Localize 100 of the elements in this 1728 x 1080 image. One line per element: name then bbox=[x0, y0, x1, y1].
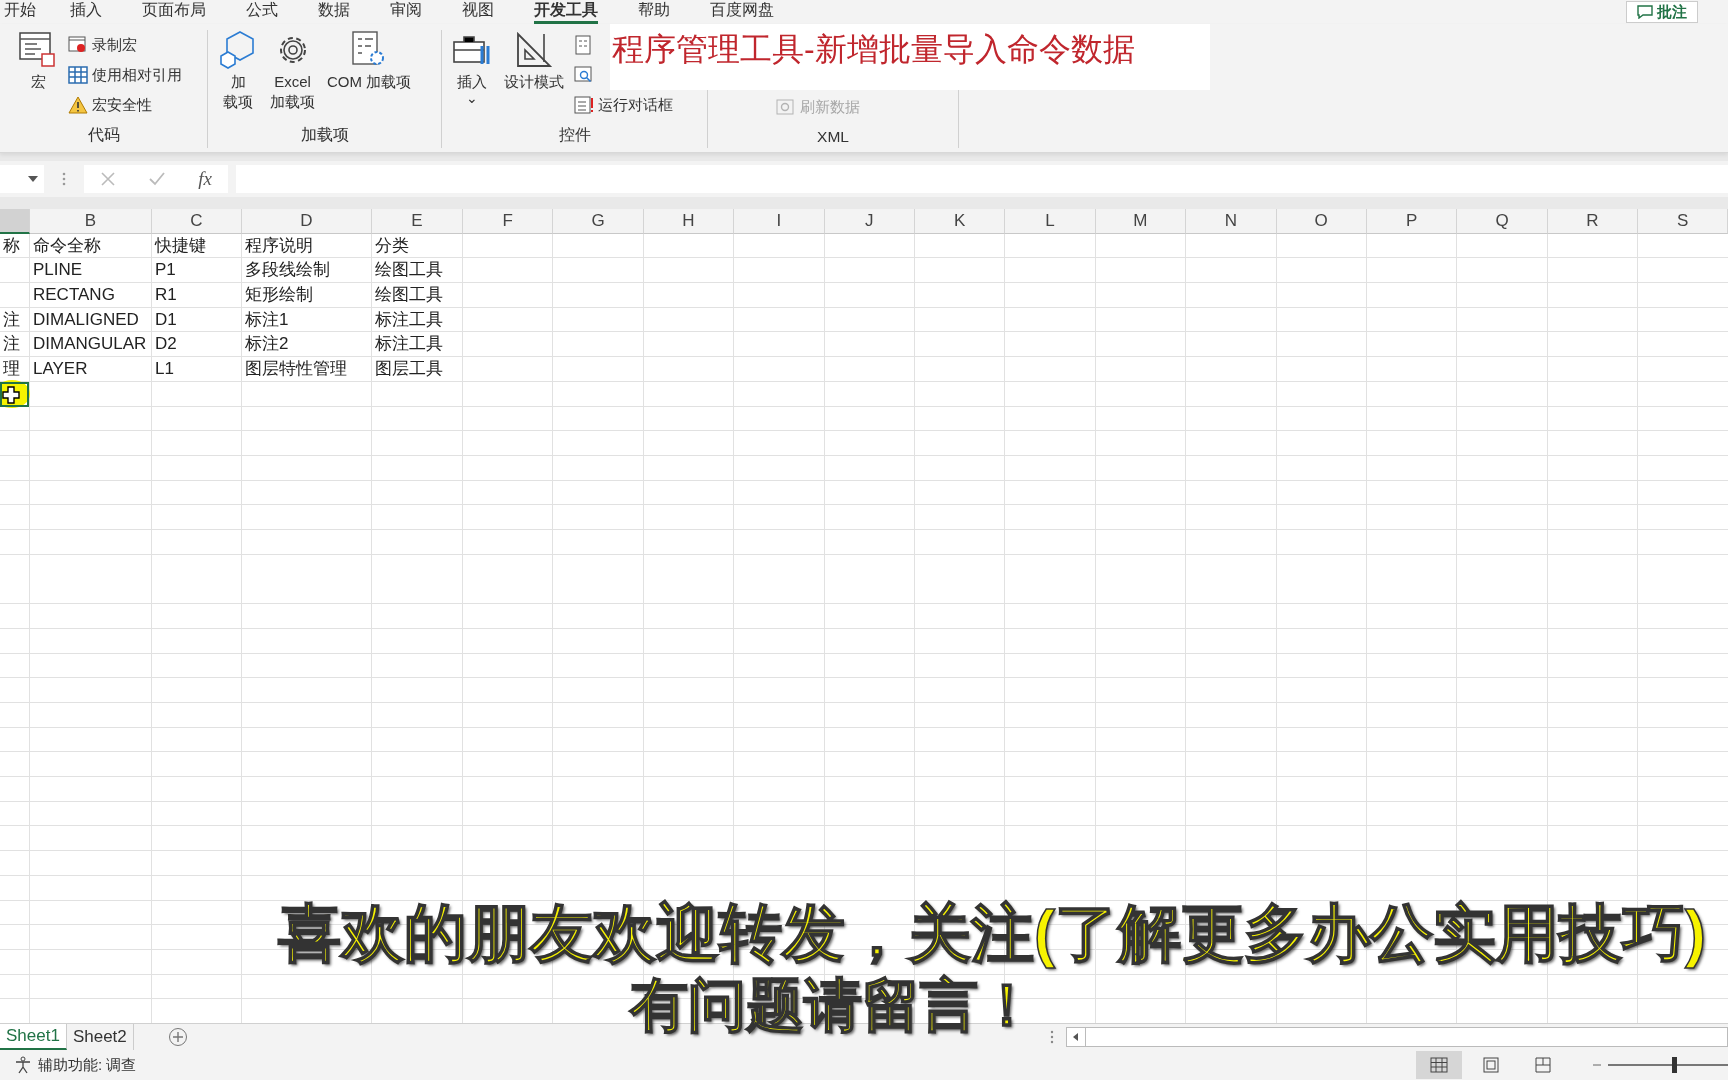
group-label: 代码 bbox=[86, 125, 121, 145]
column-header[interactable] bbox=[0, 209, 30, 234]
ribbon-button[interactable]: 使用相对引用 bbox=[66, 62, 184, 88]
table-cell: 标注工具 bbox=[375, 334, 443, 354]
ribbon-button[interactable]: 宏安全性 bbox=[66, 92, 154, 118]
ribbon-tab[interactable]: 帮助 bbox=[638, 0, 670, 24]
sheet-tab[interactable]: Sheet1 bbox=[0, 1024, 67, 1050]
column-header[interactable]: I bbox=[734, 209, 825, 234]
video-title: 程序管理工具-新增批量导入命令数据 bbox=[612, 30, 1135, 69]
insert-function-button[interactable]: fx bbox=[198, 168, 212, 190]
table-cell: D2 bbox=[155, 334, 177, 354]
group-label: XML bbox=[816, 128, 850, 147]
column-header[interactable]: C bbox=[152, 209, 242, 234]
column-header[interactable]: S bbox=[1638, 209, 1728, 234]
table-cell: 命令全称 bbox=[33, 235, 101, 255]
group-label: 加载项 bbox=[299, 125, 350, 145]
accessibility-icon bbox=[14, 1056, 32, 1074]
ribbon-button[interactable]: 录制宏 bbox=[66, 32, 139, 58]
table-cell: 程序说明 bbox=[245, 235, 313, 255]
selected-cell[interactable] bbox=[0, 382, 29, 407]
dialog-icon bbox=[574, 95, 594, 115]
ribbon-button[interactable]: 设计模式 bbox=[500, 30, 568, 92]
table-cell: 理 bbox=[3, 359, 20, 379]
splitter-handle-icon[interactable] bbox=[1050, 1030, 1054, 1044]
column-header[interactable]: Q bbox=[1457, 209, 1548, 234]
table-cell: R1 bbox=[155, 285, 177, 305]
page-break-icon bbox=[1535, 1057, 1551, 1073]
table-cell: 分类 bbox=[375, 235, 409, 255]
name-box[interactable] bbox=[0, 165, 44, 193]
column-header[interactable]: B bbox=[30, 209, 152, 234]
table-cell: 标注工具 bbox=[375, 309, 443, 329]
slider-thumb[interactable] bbox=[1672, 1057, 1677, 1073]
page-icon bbox=[1483, 1057, 1499, 1073]
table-cell: 图层工具 bbox=[375, 359, 443, 379]
plus-cursor-icon bbox=[2, 386, 20, 404]
grid-icon bbox=[68, 66, 88, 84]
table-cell: PLINE bbox=[33, 260, 83, 280]
ribbon-tab[interactable]: 页面布局 bbox=[142, 0, 206, 24]
column-header[interactable]: F bbox=[463, 209, 554, 234]
table-cell: P1 bbox=[155, 260, 176, 280]
ribbon-button[interactable]: COM 加载项 bbox=[323, 30, 416, 92]
cancel-icon[interactable] bbox=[100, 171, 117, 187]
record-icon bbox=[68, 36, 88, 54]
caption-text: 喜欢的朋友欢迎转发，关注(了解更多办公实用技巧) bbox=[278, 898, 1706, 968]
column-header[interactable]: L bbox=[1005, 209, 1096, 234]
comment-button[interactable]: 批注 bbox=[1626, 1, 1698, 23]
column-header[interactable]: E bbox=[372, 209, 463, 234]
table-cell: 注 bbox=[3, 309, 20, 329]
table-cell: LAYER bbox=[33, 359, 88, 379]
table-cell: DIMANGULAR bbox=[33, 334, 147, 354]
macro-icon bbox=[18, 30, 58, 70]
table-cell: 多段线绘制 bbox=[245, 260, 330, 280]
ribbon-tab[interactable]: 开始 bbox=[4, 0, 36, 24]
column-header[interactable]: J bbox=[824, 209, 915, 234]
column-header[interactable]: P bbox=[1366, 209, 1458, 234]
ribbon-tab[interactable]: 审阅 bbox=[390, 0, 422, 24]
caption-text: 有问题请留言！ bbox=[630, 971, 1036, 1039]
table-cell: 绘图工具 bbox=[375, 260, 443, 280]
table-cell: DIMALIGNED bbox=[33, 309, 139, 329]
comment-icon bbox=[1637, 5, 1653, 19]
column-header[interactable]: N bbox=[1186, 209, 1277, 234]
ribbon-tab[interactable]: 数据 bbox=[318, 0, 350, 24]
table-cell: 标注1 bbox=[245, 309, 289, 329]
ribbon-button[interactable]: Excel 加载项 bbox=[266, 30, 319, 112]
table-cell: L1 bbox=[155, 359, 174, 379]
dropdown-icon bbox=[28, 176, 38, 182]
ribbon-button[interactable]: 插入 ⌄ bbox=[448, 30, 496, 104]
refresh-data-icon bbox=[776, 97, 796, 117]
table-cell: 标注2 bbox=[245, 334, 289, 354]
add-sheet-icon[interactable] bbox=[167, 1027, 188, 1047]
table-cell: 快捷键 bbox=[155, 235, 206, 255]
column-header[interactable]: M bbox=[1095, 209, 1187, 234]
table-cell: 绘图工具 bbox=[375, 285, 443, 305]
group-label: 控件 bbox=[557, 125, 592, 145]
magnifier-icon bbox=[574, 65, 594, 85]
ribbon-tab[interactable]: 百度网盘 bbox=[710, 0, 774, 24]
column-header[interactable]: O bbox=[1276, 209, 1367, 234]
column-header[interactable]: H bbox=[643, 209, 735, 234]
ribbon-tab[interactable]: 视图 bbox=[462, 0, 494, 24]
status-text: 辅助功能: 调查 bbox=[38, 1055, 137, 1075]
column-header[interactable]: K bbox=[914, 209, 1006, 234]
ribbon-button[interactable]: 宏 bbox=[14, 30, 62, 92]
ribbon-button[interactable]: 运行对话框 bbox=[572, 92, 675, 118]
table-cell: D1 bbox=[155, 309, 177, 329]
table-cell: 称 bbox=[3, 235, 20, 255]
table-cell: RECTANG bbox=[33, 285, 115, 305]
ribbon-button[interactable]: 加 载项 bbox=[214, 30, 262, 112]
check-icon[interactable] bbox=[148, 171, 167, 187]
grid-icon bbox=[1430, 1057, 1448, 1073]
column-header[interactable]: R bbox=[1547, 209, 1639, 234]
column-header[interactable]: D bbox=[242, 209, 372, 234]
table-cell: 矩形绘制 bbox=[245, 285, 313, 305]
warning-icon bbox=[68, 96, 88, 114]
properties-icon bbox=[574, 35, 594, 55]
normal-view-button[interactable] bbox=[1416, 1051, 1462, 1079]
ribbon-tab[interactable]: 插入 bbox=[70, 0, 102, 24]
column-header[interactable]: G bbox=[553, 209, 644, 234]
table-cell: 注 bbox=[3, 334, 20, 354]
horizontal-scrollbar[interactable] bbox=[1066, 1027, 1728, 1047]
ribbon-tab[interactable]: 公式 bbox=[246, 0, 278, 24]
